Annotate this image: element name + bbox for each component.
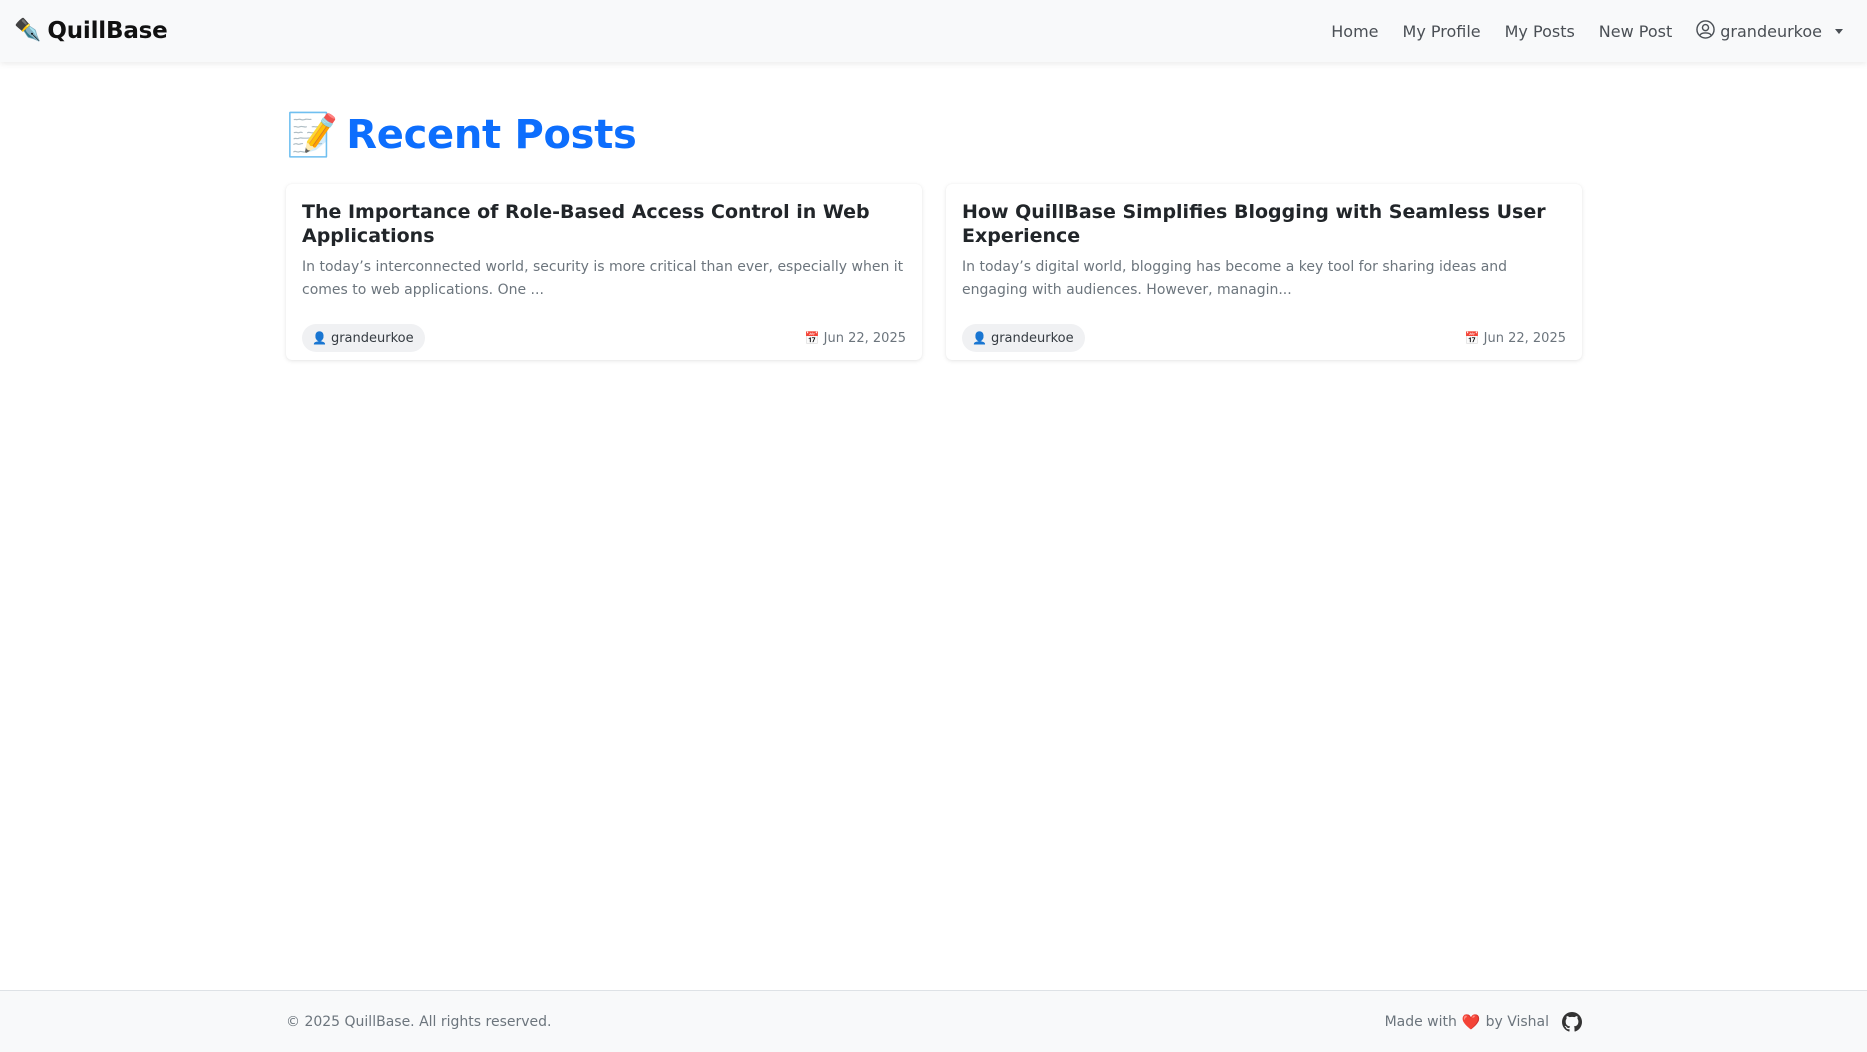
brand-name: QuillBase <box>47 18 168 44</box>
calendar-icon: 📅 <box>804 331 820 345</box>
post-date-text: Jun 22, 2025 <box>1483 330 1566 346</box>
post-title[interactable]: The Importance of Role-Based Access Cont… <box>302 200 906 248</box>
author-badge: 👤 grandeurkoe <box>302 324 425 352</box>
calendar-icon: 📅 <box>1464 331 1480 345</box>
memo-icon: 📝 <box>286 110 339 159</box>
page-title-text: Recent Posts <box>346 112 637 158</box>
nav-links: Home My Profile My Posts New Post grande… <box>1319 0 1853 62</box>
post-excerpt: In today’s digital world, blogging has b… <box>962 259 1508 298</box>
author-name: grandeurkoe <box>990 330 1074 346</box>
author-credit: by Vishal <box>1485 1014 1549 1030</box>
nav-my-profile[interactable]: My Profile <box>1391 22 1493 41</box>
nav-home[interactable]: Home <box>1319 22 1390 41</box>
post-title[interactable]: How QuillBase Simplifies Blogging with S… <box>962 200 1566 248</box>
footer-inner: © 2025 QuillBase. All rights reserved. M… <box>286 991 1582 1052</box>
nav-my-posts[interactable]: My Posts <box>1493 22 1587 41</box>
post-date: 📅 Jun 22, 2025 <box>1465 331 1566 346</box>
footer-copyright: © 2025 QuillBase. All rights reserved. <box>286 1014 552 1030</box>
post-excerpt: In today’s interconnected world, securit… <box>302 259 904 298</box>
user-circle-icon <box>1696 19 1716 43</box>
main-content: 📝 Recent Posts The Importance of Role-Ba… <box>286 104 1582 360</box>
author-name: grandeurkoe <box>330 330 414 346</box>
author-badge: 👤 grandeurkoe <box>962 324 1085 352</box>
pen-nib-icon: ✒️ <box>14 18 42 43</box>
post-card[interactable]: The Importance of Role-Based Access Cont… <box>286 184 922 360</box>
page-title: 📝 Recent Posts <box>286 104 1582 166</box>
caret-down-icon <box>1835 28 1843 34</box>
navbar: ✒️ QuillBase Home My Profile My Posts Ne… <box>0 0 1867 62</box>
post-list: The Importance of Role-Based Access Cont… <box>286 184 1582 360</box>
user-menu-label: grandeurkoe <box>1720 21 1822 41</box>
made-with-text: Made with <box>1384 1014 1457 1030</box>
user-menu-dropdown[interactable]: grandeurkoe <box>1684 19 1853 43</box>
footer: © 2025 QuillBase. All rights reserved. M… <box>0 990 1867 1052</box>
nav-new-post[interactable]: New Post <box>1587 22 1684 41</box>
person-icon: 👤 <box>312 331 327 345</box>
post-meta: 👤 grandeurkoe 📅 Jun 22, 2025 <box>962 324 1566 352</box>
footer-credits: Made with ❤️ by Vishal <box>1385 1012 1582 1032</box>
github-icon[interactable] <box>1562 1012 1582 1032</box>
post-date-text: Jun 22, 2025 <box>823 330 906 346</box>
brand-link[interactable]: ✒️ QuillBase <box>14 18 168 44</box>
post-meta: 👤 grandeurkoe 📅 Jun 22, 2025 <box>302 324 906 352</box>
heart-icon: ❤️ <box>1461 1013 1481 1031</box>
person-icon: 👤 <box>972 331 987 345</box>
post-card[interactable]: How QuillBase Simplifies Blogging with S… <box>946 184 1582 360</box>
post-date: 📅 Jun 22, 2025 <box>805 331 906 346</box>
